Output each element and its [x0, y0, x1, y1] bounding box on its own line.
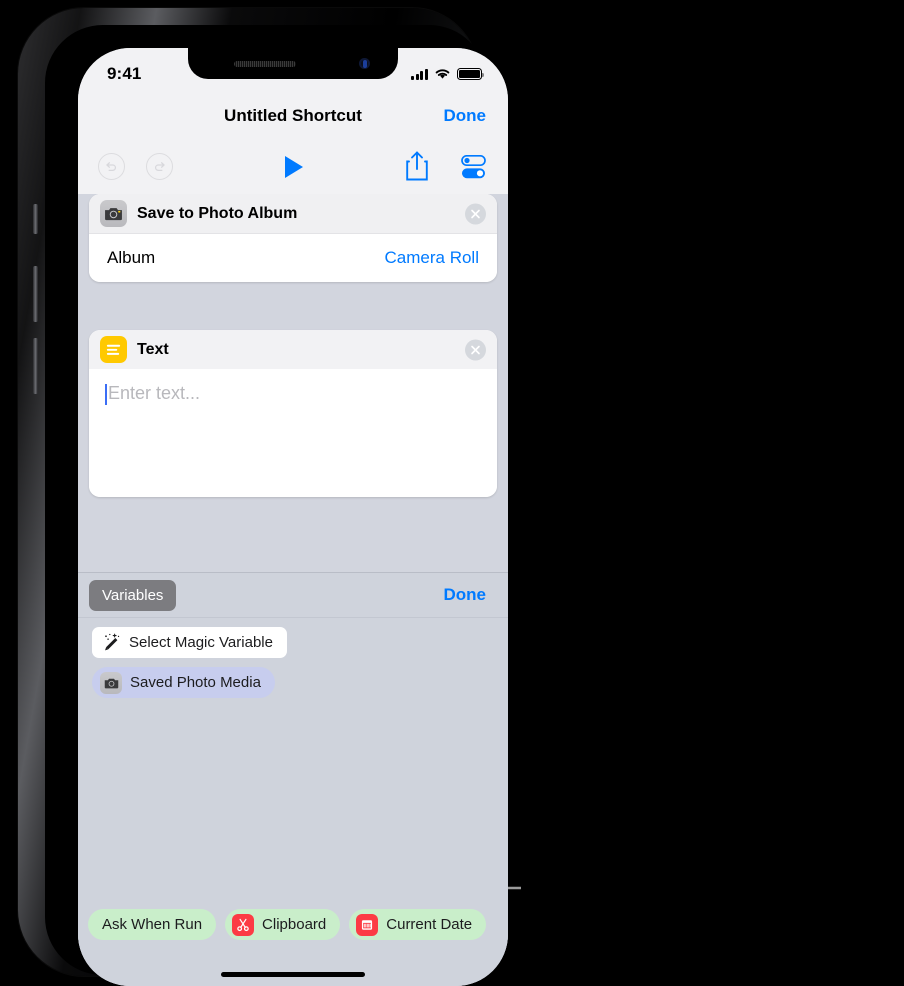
calendar-icon — [356, 913, 379, 936]
saved-variable-row: Saved Photo Media — [78, 658, 508, 698]
shortcut-actions-list[interactable]: Save to Photo Album Album Camera Roll Te… — [78, 194, 508, 986]
parameter-row-album[interactable]: Album Camera Roll — [89, 233, 497, 282]
chip-label: Ask When Run — [102, 916, 203, 933]
action-title: Save to Photo Album — [137, 204, 298, 222]
phone-frame: 9:41 Untitled Shortcut Done Save to Phot… — [18, 8, 508, 986]
play-button[interactable] — [280, 154, 306, 180]
share-button[interactable] — [405, 151, 429, 181]
action-header: Save to Photo Album — [89, 194, 497, 233]
status-indicators — [411, 60, 485, 80]
select-magic-variable-button[interactable]: Select Magic Variable — [92, 627, 287, 658]
speaker-grille-icon — [234, 61, 296, 67]
chip-label: Saved Photo Media — [130, 674, 261, 691]
action-header: Text — [89, 330, 497, 369]
phone-bezel: 9:41 Untitled Shortcut Done Save to Phot… — [45, 25, 508, 986]
nav-done-button[interactable]: Done — [444, 106, 487, 126]
undo-button[interactable] — [98, 153, 125, 180]
settings-button[interactable] — [456, 155, 486, 179]
status-time: 9:41 — [107, 64, 142, 83]
camera-icon — [100, 200, 127, 227]
close-icon — [471, 209, 480, 218]
variables-done-button[interactable]: Done — [444, 585, 487, 605]
undo-icon — [106, 162, 116, 171]
cellular-signal-icon — [411, 68, 428, 80]
delete-action-button[interactable] — [465, 203, 486, 224]
variable-chip-ask-when-run[interactable]: Ask When Run — [88, 909, 217, 940]
variables-toolbar: Variables Done — [78, 573, 508, 618]
notch — [188, 48, 398, 79]
redo-button[interactable] — [146, 153, 173, 180]
variable-chip-clipboard[interactable]: Clipboard — [225, 909, 341, 940]
wifi-icon — [435, 69, 450, 79]
redo-icon — [155, 162, 165, 171]
action-card-text[interactable]: Text Enter text... — [89, 330, 497, 497]
nav-bar: Untitled Shortcut Done — [78, 92, 508, 139]
text-lines-icon — [100, 336, 127, 363]
variable-chip-current-date[interactable]: Current Date — [349, 909, 487, 940]
chip-label: Current Date — [386, 916, 473, 933]
page-title: Untitled Shortcut — [224, 105, 362, 125]
chip-label: Select Magic Variable — [129, 634, 273, 651]
variables-panel: Variables Done Select Magic Variable Sav… — [78, 572, 508, 986]
suggested-variables-row: Ask When Run Clipboard Current Date — [78, 909, 508, 940]
variable-chip-saved-photo-media[interactable]: Saved Photo Media — [92, 667, 275, 698]
text-placeholder: Enter text... — [108, 383, 201, 403]
magic-wand-icon — [105, 633, 120, 651]
delete-action-button[interactable] — [465, 339, 486, 360]
tab-variables[interactable]: Variables — [89, 579, 177, 611]
action-card-save-to-photo-album[interactable]: Save to Photo Album Album Camera Roll — [89, 194, 497, 282]
parameter-value[interactable]: Camera Roll — [385, 248, 479, 268]
action-title: Text — [137, 340, 169, 358]
scissors-icon — [232, 913, 255, 936]
volume-down-button[interactable] — [33, 338, 38, 394]
parameter-label: Album — [107, 248, 156, 267]
text-caret — [105, 384, 107, 405]
text-input-field[interactable]: Enter text... — [89, 369, 497, 497]
volume-up-button[interactable] — [33, 266, 38, 322]
battery-full-icon — [457, 68, 485, 80]
editor-toolbar — [78, 139, 508, 194]
chip-label: Clipboard — [262, 916, 327, 933]
phone-screen: 9:41 Untitled Shortcut Done Save to Phot… — [78, 48, 508, 986]
camera-icon — [100, 671, 122, 694]
silent-switch[interactable] — [33, 204, 38, 234]
front-camera-icon — [359, 58, 370, 69]
home-indicator[interactable] — [221, 972, 365, 977]
magic-variable-row: Select Magic Variable — [78, 618, 508, 658]
close-icon — [471, 345, 480, 354]
